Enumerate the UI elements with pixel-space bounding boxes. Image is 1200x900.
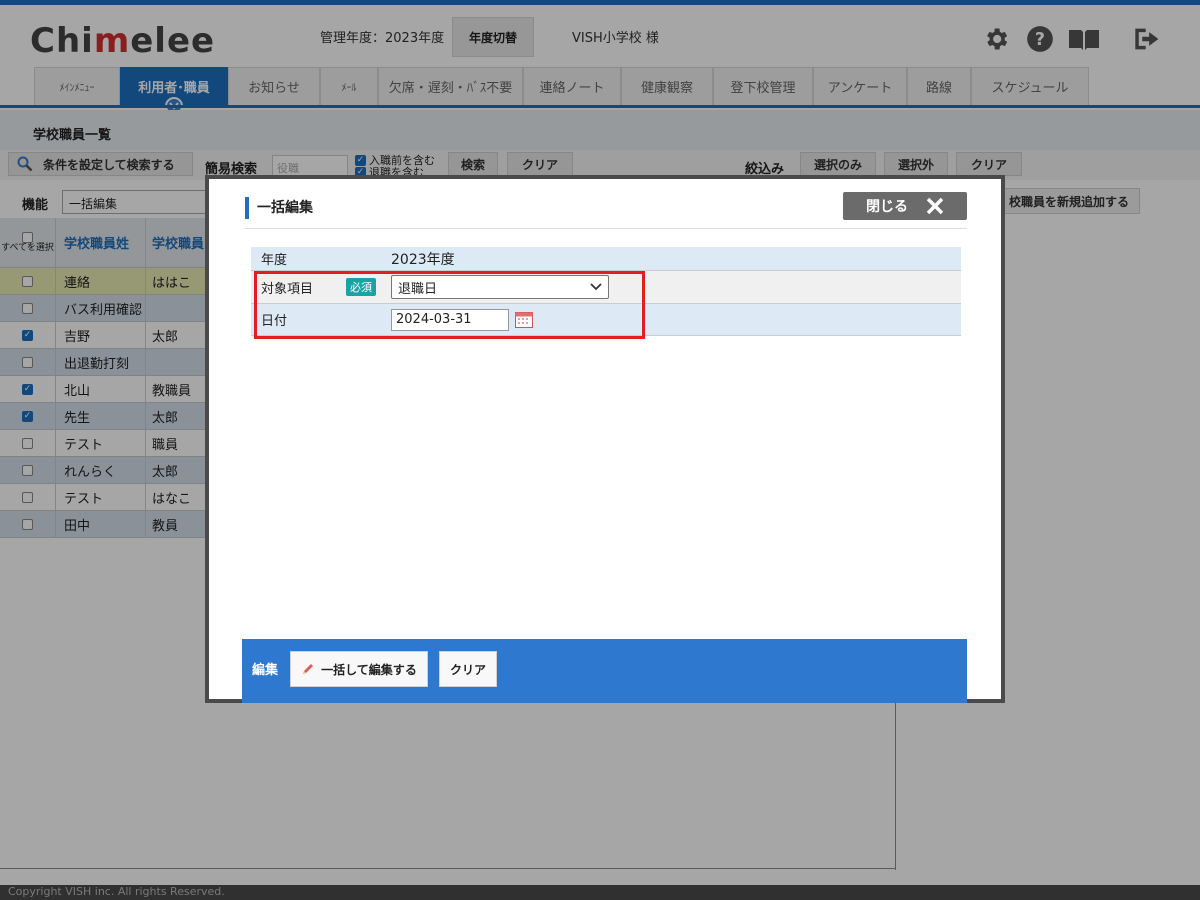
edit-action-bar: 編集 一括して編集する クリア: [242, 639, 967, 703]
modal-clear-button[interactable]: クリア: [439, 651, 497, 687]
close-button[interactable]: 閉じる: [843, 192, 967, 220]
bulk-edit-button[interactable]: 一括して編集する: [290, 651, 428, 687]
bulk-edit-modal: 一括編集 閉じる 年度 2023年度 対象項目 必須 退職日 日付 2024-0…: [205, 175, 1005, 703]
edit-bar-label: 編集: [252, 663, 279, 678]
close-icon: [926, 197, 944, 215]
modal-title: 一括編集: [245, 197, 313, 219]
modal-divider: [245, 228, 967, 229]
highlight-box: [254, 271, 645, 339]
bulk-edit-label: 一括して編集する: [321, 662, 417, 677]
close-label: 閉じる: [866, 199, 908, 215]
pencil-icon: [303, 664, 314, 674]
form-row-year: 年度 2023年度: [251, 247, 961, 271]
year-label: 年度: [261, 253, 288, 268]
year-value: 2023年度: [391, 251, 455, 268]
